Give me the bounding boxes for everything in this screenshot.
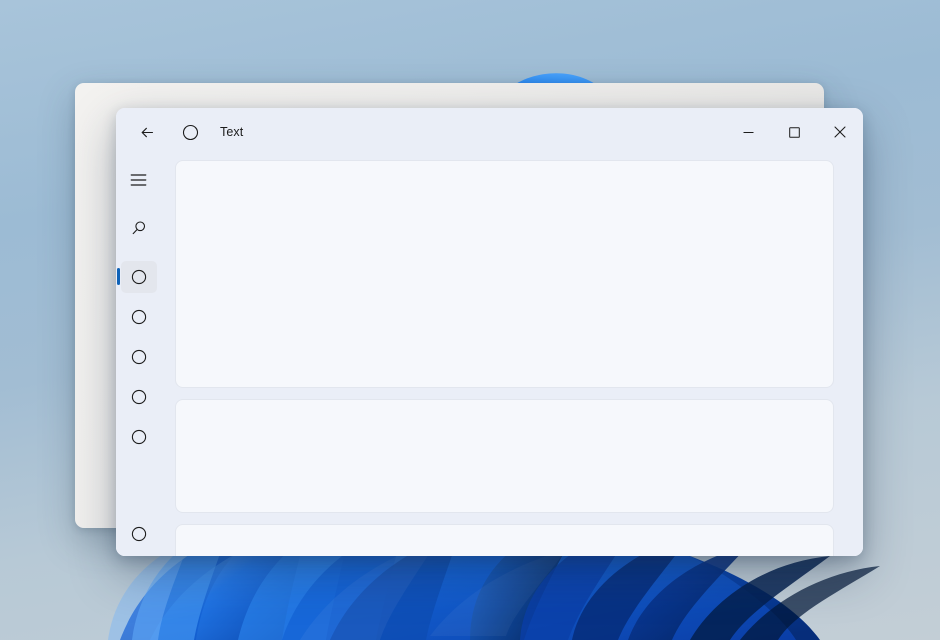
search-icon bbox=[131, 220, 147, 236]
content-card-2[interactable] bbox=[175, 399, 834, 513]
sidebar-navigation bbox=[116, 156, 161, 556]
search-button[interactable] bbox=[121, 212, 157, 244]
titlebar[interactable]: Text bbox=[116, 108, 863, 156]
circle-icon bbox=[131, 526, 147, 542]
sidebar-item-4[interactable] bbox=[121, 381, 157, 413]
window-controls bbox=[725, 108, 863, 156]
circle-icon bbox=[131, 309, 147, 325]
back-button[interactable] bbox=[130, 116, 164, 148]
circle-icon bbox=[131, 349, 147, 365]
app-icon bbox=[174, 116, 206, 148]
sidebar-item-5[interactable] bbox=[121, 421, 157, 453]
circle-icon bbox=[131, 429, 147, 445]
window-title: Text bbox=[220, 125, 244, 139]
close-button[interactable] bbox=[817, 108, 863, 156]
content-card-1[interactable] bbox=[175, 160, 834, 388]
sidebar-item-settings[interactable] bbox=[121, 518, 157, 550]
desktop: Text bbox=[0, 0, 940, 640]
minimize-button[interactable] bbox=[725, 108, 771, 156]
maximize-icon bbox=[788, 126, 800, 138]
content-card-3[interactable] bbox=[175, 524, 834, 556]
close-icon bbox=[834, 126, 846, 138]
sidebar-item-2[interactable] bbox=[121, 301, 157, 333]
circle-icon bbox=[131, 389, 147, 405]
sidebar-item-1[interactable] bbox=[116, 261, 157, 293]
minimize-icon bbox=[743, 127, 754, 138]
window-body bbox=[116, 156, 863, 556]
content-area bbox=[161, 156, 863, 556]
titlebar-left-group: Text bbox=[116, 108, 243, 156]
hamburger-menu-icon bbox=[130, 173, 147, 187]
maximize-button[interactable] bbox=[771, 108, 817, 156]
sidebar-item-3[interactable] bbox=[121, 341, 157, 373]
hamburger-menu-button[interactable] bbox=[121, 164, 157, 196]
arrow-left-icon bbox=[139, 124, 156, 141]
circle-icon bbox=[131, 269, 147, 285]
app-window: Text bbox=[116, 108, 863, 556]
